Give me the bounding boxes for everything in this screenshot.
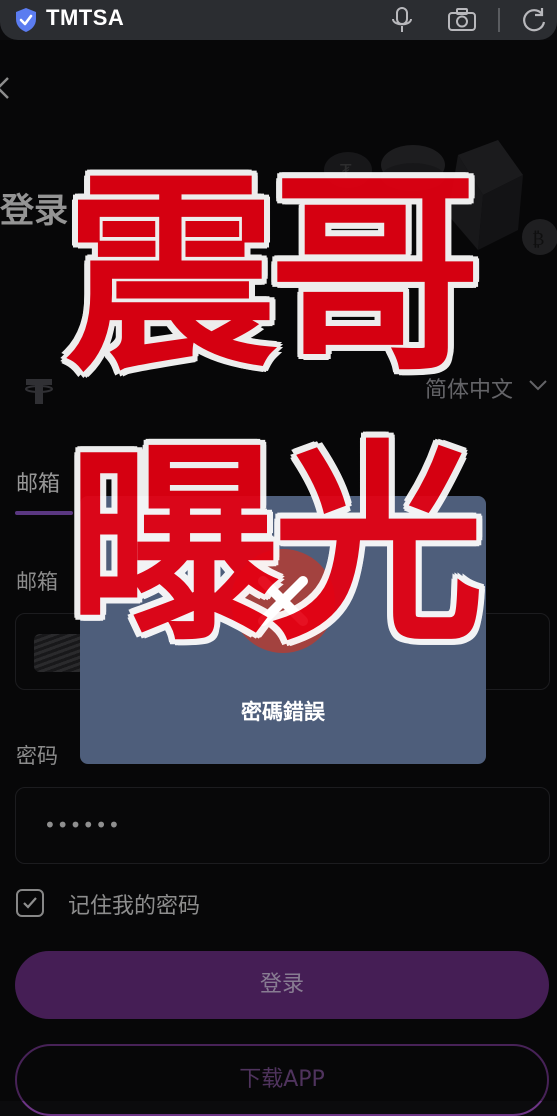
- toolbar-divider: [498, 8, 500, 32]
- active-tab-indicator: [15, 511, 73, 515]
- toast-message: 密碼錯誤: [241, 700, 325, 724]
- password-field[interactable]: ••••••: [15, 787, 550, 864]
- remember-label: 记住我的密码: [68, 894, 201, 919]
- svg-text:₿: ₿: [532, 229, 544, 250]
- microphone-icon[interactable]: [390, 6, 414, 34]
- shield-icon: [16, 8, 36, 32]
- tab-email[interactable]: 邮箱: [16, 466, 60, 498]
- email-label: 邮箱: [16, 570, 58, 594]
- camera-icon[interactable]: [447, 8, 477, 32]
- watermark-line-1: 震哥: [65, 152, 481, 399]
- reload-icon[interactable]: [520, 6, 548, 34]
- password-label: 密码: [16, 744, 58, 768]
- page-title: 登录: [0, 191, 68, 231]
- watermark-line-2: 曝光: [68, 422, 484, 669]
- password-value: ••••••: [44, 813, 121, 837]
- download-app-button[interactable]: 下载APP: [15, 1044, 549, 1116]
- remember-checkbox[interactable]: [16, 889, 44, 917]
- brand-logo: [25, 379, 53, 404]
- chevron-down-icon: [529, 380, 547, 391]
- browser-address-bar[interactable]: TMTSA: [0, 0, 557, 40]
- site-name: TMTSA: [46, 5, 125, 30]
- checkmark-icon: [23, 897, 37, 909]
- back-icon[interactable]: [0, 76, 14, 100]
- login-button[interactable]: 登录: [15, 951, 549, 1019]
